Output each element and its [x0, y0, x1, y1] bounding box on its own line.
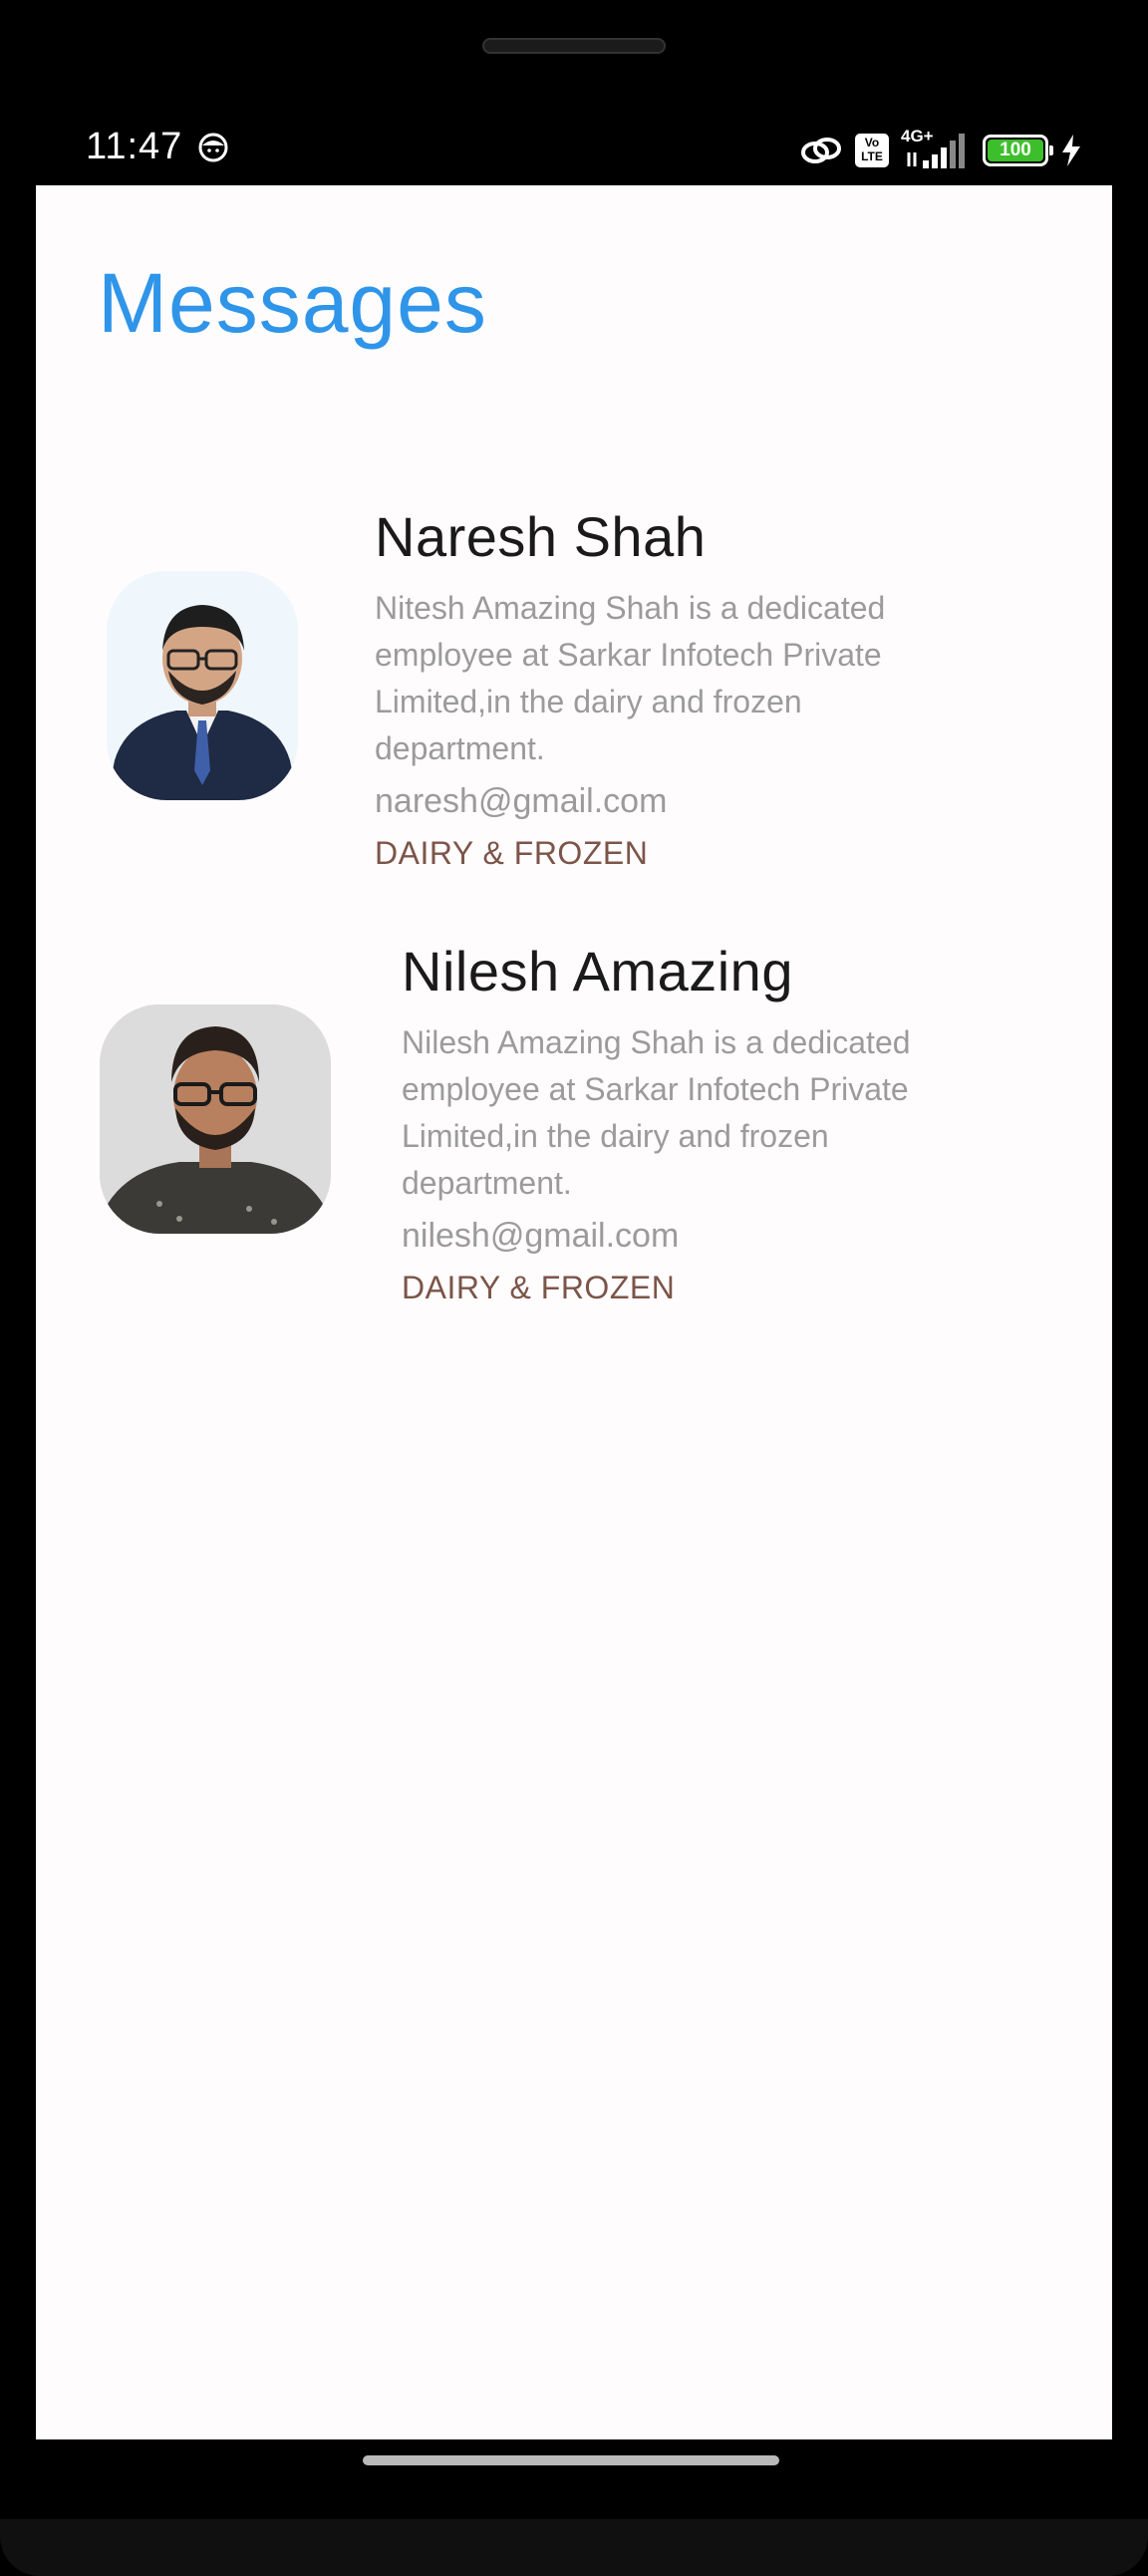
- contact-card[interactable]: Nilesh Amazing Nilesh Amazing Shah is a …: [36, 939, 1112, 1317]
- bottom-bezel: [0, 2519, 1148, 2576]
- person-photo: [107, 571, 298, 800]
- contact-department: DAIRY & FROZEN: [402, 1270, 676, 1305]
- page-title: Messages: [98, 256, 487, 350]
- contact-email: nilesh@gmail.com: [402, 1217, 680, 1255]
- hotspot-link-icon: [801, 138, 841, 163]
- avatar: [107, 571, 298, 800]
- contact-description: Nilesh Amazing Shah is a dedicated emplo…: [402, 1024, 911, 1201]
- earpiece-speaker: [482, 38, 666, 54]
- avatar: [100, 1004, 331, 1234]
- charging-bolt-icon: [1062, 135, 1080, 166]
- status-icons: Vo LTE 4G+ 100: [799, 126, 1082, 175]
- contact-name: Naresh Shah: [375, 505, 707, 568]
- person-photo: [100, 1004, 331, 1234]
- status-time: 11:47: [86, 126, 183, 167]
- battery-icon: 100: [983, 135, 1053, 166]
- signal-icon: 4G+: [901, 127, 971, 170]
- volte-icon: Vo LTE: [855, 134, 889, 167]
- notification-face-icon: [198, 133, 228, 162]
- contact-name: Nilesh Amazing: [402, 940, 793, 1002]
- status-bar: 11:47 Vo LTE 4G+ 100: [36, 120, 1112, 185]
- app-screen: Messages Naresh Shah Nitesh Amazing Shah…: [36, 185, 1112, 2439]
- battery-level: 100: [1000, 140, 1031, 160]
- contact-description: Nitesh Amazing Shah is a dedicated emplo…: [375, 590, 886, 766]
- phone-frame: 11:47 Vo LTE 4G+ 100 Messages Naresh Sha…: [0, 0, 1148, 2576]
- contact-email: naresh@gmail.com: [375, 782, 668, 820]
- contact-department: DAIRY & FROZEN: [375, 835, 649, 871]
- contact-card[interactable]: Naresh Shah Nitesh Amazing Shah is a ded…: [36, 504, 1112, 883]
- home-indicator[interactable]: [363, 2455, 779, 2465]
